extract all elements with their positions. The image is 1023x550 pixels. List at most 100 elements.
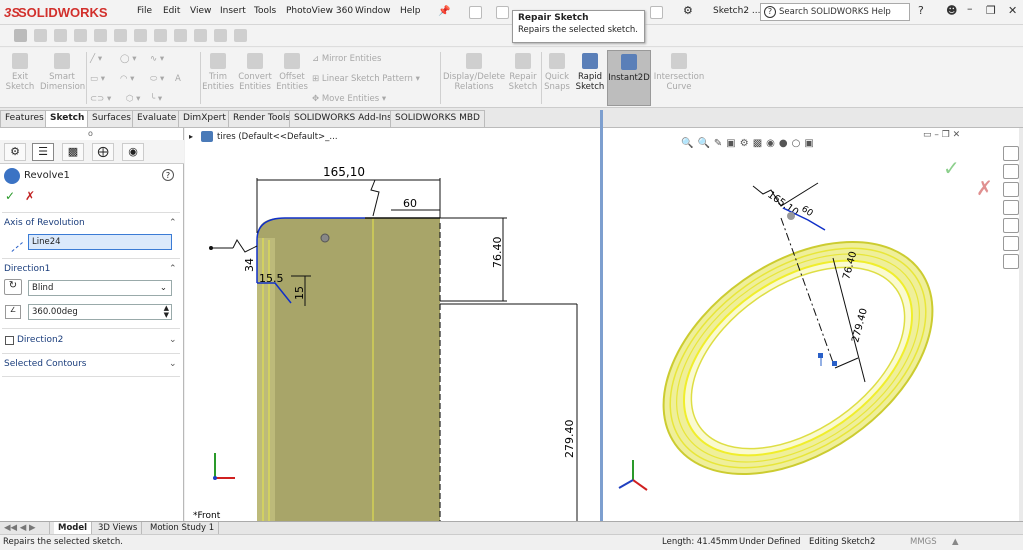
dim-15[interactable]: 15 [293,286,306,300]
selected-contours-section[interactable]: Selected Contours ⌄ [4,359,184,369]
custom-properties-icon[interactable] [1003,236,1019,251]
toolbar-icon-1[interactable] [34,29,47,42]
menu-tools[interactable]: Tools [254,6,276,16]
axis-of-revolution-section[interactable]: Axis of Revolution ⌃ [4,218,184,228]
text-tool-icon[interactable]: A [175,74,181,84]
toolbar-icon-4[interactable] [94,29,107,42]
toolbar-icon-7[interactable] [154,29,167,42]
design-library-icon[interactable] [1003,182,1019,197]
dim-15-5[interactable]: 15.5 [259,272,284,285]
ok-check-icon[interactable]: ✓ [5,189,15,203]
toolbar-icon-2[interactable] [54,29,67,42]
dim-76-40[interactable]: 76.40 [491,237,504,269]
direction2-checkbox[interactable] [5,336,14,345]
dim-279-40[interactable]: 279.40 [563,420,576,459]
minimize-button[interactable]: – [967,2,973,15]
mirror-entities-button[interactable]: ⊿ Mirror Entities [312,54,381,64]
polygon-tool-icon[interactable]: ⬡ ▾ [126,94,140,104]
graphics-area-right[interactable]: ▭ – ❐ ✕ 🔍🔍✎▣⚙▩◉●○▣ ✓ ✗ 279.40 76.40 165,… [603,128,1020,521]
convert-entities-button[interactable]: Convert Entities [236,50,274,106]
angle-input[interactable]: 360.00deg ▲ ▼ [28,304,172,320]
graphics-area-left[interactable]: ▸ tires (Default<<Default>_... 165,10 60… [185,128,600,521]
toolbar-icon-6[interactable] [134,29,147,42]
dimxpert-tab-icon[interactable]: ⨁ [92,143,114,161]
menu-insert[interactable]: Insert [220,6,246,16]
tab-dimxpert[interactable]: DimXpert [178,110,231,127]
propertymanager-tab-icon[interactable]: ☰ [32,143,54,161]
offset-entities-button[interactable]: Offset Entities [276,50,308,106]
rectangle-tool-icon[interactable]: ▭ ▾ [90,74,105,84]
rapid-sketch-button[interactable]: Rapid Sketch [574,50,606,106]
smart-dimension-button[interactable]: Smart Dimension [40,50,85,106]
maximize-button[interactable]: ❐ [986,4,996,17]
menu-window[interactable]: Window [355,6,391,16]
slot-tool-icon[interactable]: ⊂⊃ ▾ [90,94,111,104]
repair-sketch-button[interactable]: Repair Sketch [507,50,539,106]
toolbar-icon-3[interactable] [74,29,87,42]
toolbar-icon-8[interactable] [174,29,187,42]
circle-tool-icon[interactable]: ◯ ▾ [120,54,136,64]
rebuild-icon[interactable] [650,6,663,19]
tab-features[interactable]: Features [0,110,49,127]
expand-chevron-icon[interactable]: ⌄ [169,359,177,369]
direction2-section[interactable]: Direction2 ⌄ [17,335,184,345]
quick-snaps-button[interactable]: Quick Snaps [543,50,571,106]
tab-evaluate[interactable]: Evaluate [132,110,182,127]
search-input[interactable]: ? Search SOLIDWORKS Help [760,3,910,21]
exit-sketch-button[interactable]: Exit Sketch [2,50,38,106]
menu-edit[interactable]: Edit [163,6,180,16]
intersection-curve-button[interactable]: Intersection Curve [653,50,705,106]
dim-34[interactable]: 34 [243,258,256,272]
forum-icon[interactable] [1003,254,1019,269]
reverse-direction-icon[interactable]: ↻ [4,279,22,295]
resources-icon[interactable] [1003,164,1019,179]
3d-sketch-icon[interactable] [14,29,27,42]
angle-spinner[interactable]: ▲ ▼ [164,305,169,319]
trim-entities-button[interactable]: Trim Entities [202,50,234,106]
home-icon[interactable] [1003,146,1019,161]
ellipse-tool-icon[interactable]: ⬭ ▾ [150,74,164,84]
axis-selection-field[interactable]: Line24 [28,234,172,250]
options-gear-icon[interactable]: ⚙ [683,4,693,17]
toolbar-icon-9[interactable] [194,29,207,42]
close-button[interactable]: ✕ [1008,4,1017,17]
expand-chevron-icon[interactable]: ⌄ [169,335,177,345]
toolbar-icon-10[interactable] [214,29,227,42]
menu-view[interactable]: View [190,6,211,16]
collapse-chevron-icon[interactable]: ⌃ [169,264,177,274]
move-entities-button[interactable]: ✥ Move Entities ▾ [312,94,386,104]
units-dropdown-icon[interactable]: ▲ [952,537,959,547]
tab-solidworks-mbd[interactable]: SOLIDWORKS MBD [390,110,485,127]
open-document-icon[interactable] [496,6,509,19]
configurationmanager-tab-icon[interactable]: ▩ [62,143,84,161]
display-delete-relations-button[interactable]: Display/Delete Relations [443,50,505,106]
featuremanager-tab-icon[interactable]: ⚙ [4,143,26,161]
help-icon[interactable]: ? [162,169,174,181]
new-document-icon[interactable] [469,6,482,19]
collapse-chevron-icon[interactable]: ⌃ [169,218,177,228]
tab-sketch[interactable]: Sketch [45,110,90,127]
toolbar-icon-5[interactable] [114,29,127,42]
tab-solidworks-addins[interactable]: SOLIDWORKS Add-Ins [289,110,397,127]
direction1-section[interactable]: Direction1 ⌃ [4,264,184,274]
instant2d-button[interactable]: Instant2D [607,50,651,106]
menu-file[interactable]: File [137,6,152,16]
arc-tool-icon[interactable]: ◠ ▾ [120,74,134,84]
tab-surfaces[interactable]: Surfaces [87,110,136,127]
menu-help[interactable]: Help [400,6,421,16]
tab-render-tools[interactable]: Render Tools [228,110,296,127]
menu-photoview[interactable]: PhotoView 360 [286,6,353,16]
display-manager-tab-icon[interactable]: ◉ [122,143,144,161]
units-selector[interactable]: MMGS [910,537,937,547]
user-icon[interactable]: ☻ [946,4,957,17]
linear-sketch-pattern-button[interactable]: ⊞ Linear Sketch Pattern ▾ [312,74,420,84]
appearances-icon[interactable] [1003,218,1019,233]
pin-icon[interactable]: 📌 [438,6,450,17]
spline-tool-icon[interactable]: ∿ ▾ [150,54,164,64]
dim-165[interactable]: 165,10 [323,165,365,179]
solidworks-logo[interactable]: 3SSOLIDWORKS [4,4,116,22]
line-tool-icon[interactable]: ╱ ▾ [90,54,102,64]
fillet-tool-icon[interactable]: ╰ ▾ [150,94,162,104]
toolbar-icon-11[interactable] [234,29,247,42]
dim-60[interactable]: 60 [403,197,417,210]
